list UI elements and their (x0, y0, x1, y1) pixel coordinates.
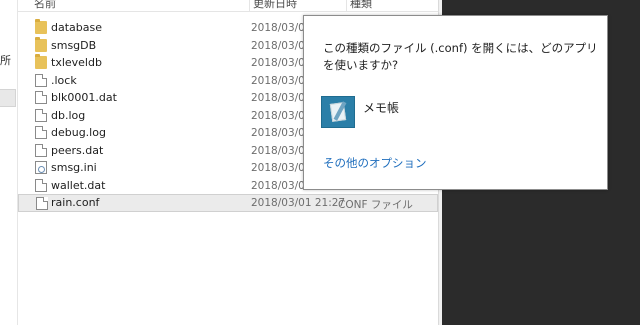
file-type: CONF ファイル (338, 199, 413, 211)
gear-file-icon (35, 161, 47, 174)
folder-icon (35, 54, 47, 69)
app-name: メモ帳 (363, 101, 400, 115)
nav-item-fragment[interactable]: 所 (0, 52, 11, 68)
open-with-dialog: この種類のファイル (.conf) を開くには、どのアプリを使いますか? メモ帳… (303, 15, 608, 190)
file-date: 2018/03/0 (251, 22, 305, 34)
column-header: 名前 更新日時 種類 (18, 0, 438, 12)
file-name: rain.conf (51, 196, 100, 209)
file-icon (35, 126, 47, 139)
file-name: wallet.dat (51, 178, 106, 192)
file-date: 2018/03/0 (251, 179, 305, 192)
file-date: 2018/03/0 (251, 92, 305, 104)
column-name-header[interactable]: 名前 (32, 0, 246, 11)
column-type-header[interactable]: 種類 (346, 0, 438, 11)
file-date: 2018/03/0 (251, 162, 305, 174)
file-name: peers.dat (51, 143, 104, 157)
file-date: 2018/03/0 (251, 57, 305, 69)
column-date-header[interactable]: 更新日時 (249, 0, 345, 11)
navigation-pane: 所 (0, 0, 18, 325)
more-options-link[interactable]: その他のオプション (323, 155, 427, 171)
file-name: .lock (51, 73, 77, 87)
file-icon (35, 178, 47, 192)
file-name: txleveldb (51, 56, 102, 69)
file-row[interactable]: rain.conf 2018/03/01 21:27 CONF ファイル (18, 194, 438, 212)
file-date: 2018/03/0 (251, 144, 305, 157)
file-icon (35, 91, 47, 104)
file-date: 2018/03/01 21:27 (251, 197, 346, 209)
folder-icon (35, 36, 47, 52)
nav-selected-item[interactable] (0, 89, 16, 107)
file-icon (35, 73, 47, 87)
file-date: 2018/03/0 (251, 74, 305, 87)
file-name: smsg.ini (51, 161, 97, 174)
app-option-notepad[interactable]: メモ帳 (321, 96, 431, 130)
file-name: database (51, 21, 102, 34)
file-date: 2018/03/0 (251, 127, 305, 139)
file-date: 2018/03/0 (251, 39, 305, 52)
dialog-question: この種類のファイル (.conf) を開くには、どのアプリを使いますか? (323, 41, 598, 72)
file-name: debug.log (51, 126, 106, 139)
file-icon (36, 197, 48, 210)
file-name: smsgDB (51, 38, 97, 52)
file-icon (35, 108, 47, 122)
file-date: 2018/03/0 (251, 109, 305, 122)
file-name: blk0001.dat (51, 91, 117, 104)
notepad-icon (321, 96, 355, 128)
folder-icon (35, 19, 47, 34)
file-icon (35, 143, 47, 157)
file-name: db.log (51, 108, 86, 122)
